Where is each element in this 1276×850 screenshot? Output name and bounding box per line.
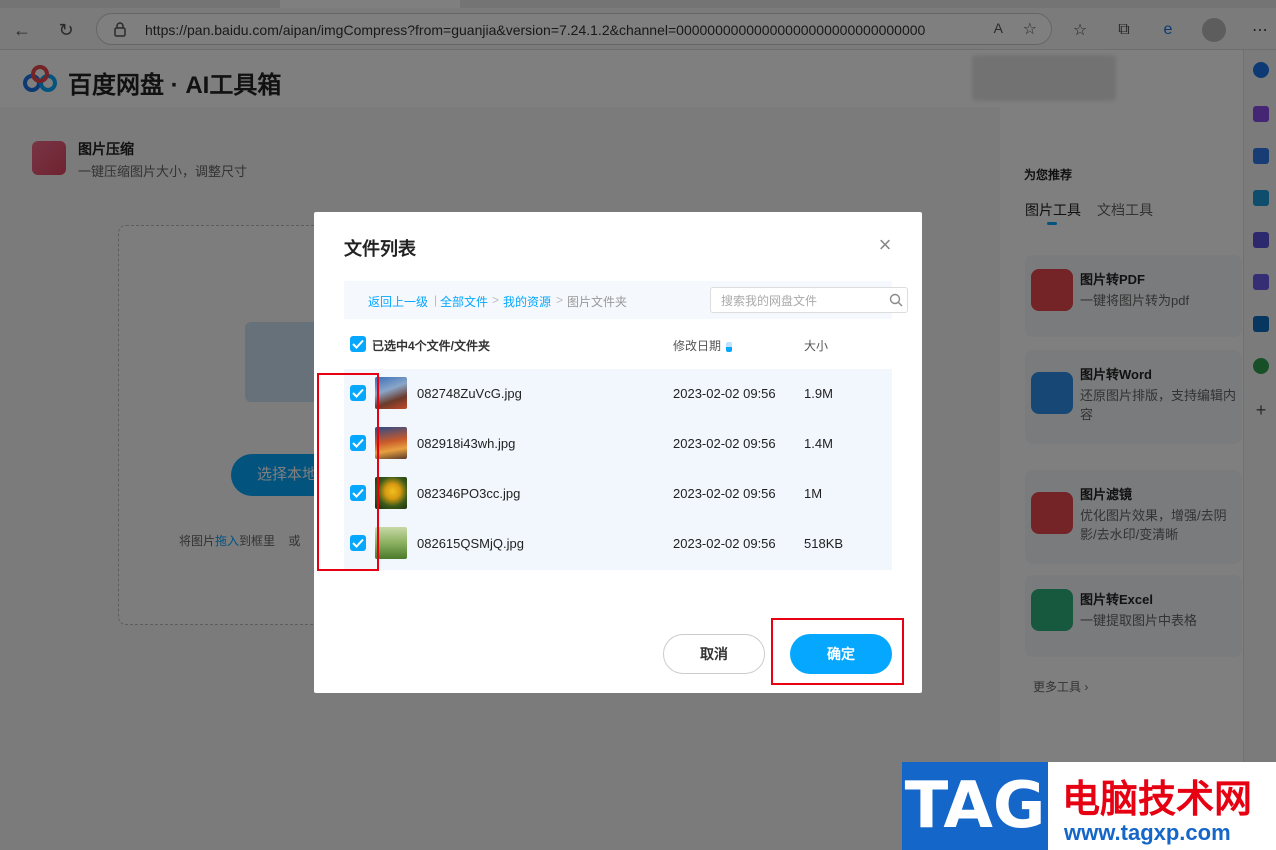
breadcrumb-back[interactable]: 返回上一级 [368,293,428,310]
file-thumbnail [375,527,407,559]
file-row[interactable]: 082918i43wh.jpg 2023-02-02 09:56 1.4M [344,419,892,469]
file-date: 2023-02-02 09:56 [673,386,776,401]
sort-icon[interactable] [726,341,733,352]
breadcrumb-separator: > [492,293,500,307]
cancel-button[interactable]: 取消 [663,634,765,674]
file-row[interactable]: 082346PO3cc.jpg 2023-02-02 09:56 1M [344,469,892,519]
close-icon[interactable]: × [874,234,896,256]
file-name: 082346PO3cc.jpg [417,486,521,501]
watermark-cn: 电脑技术网 [1062,779,1253,821]
file-date: 2023-02-02 09:56 [673,536,776,551]
file-name: 082748ZuVcG.jpg [417,386,522,401]
breadcrumb-current: 图片文件夹 [567,295,628,309]
file-size: 1.9M [804,386,833,401]
search-icon[interactable] [889,293,903,307]
file-row[interactable]: 082748ZuVcG.jpg 2023-02-02 09:56 1.9M [344,369,892,419]
file-thumbnail [375,377,407,409]
breadcrumb-all-files[interactable]: 全部文件 [440,293,488,310]
file-search-input[interactable] [721,292,881,310]
selection-summary: 已选中4个文件/文件夹 [372,339,491,353]
breadcrumb: 返回上一级 | 全部文件 > 我的资源 > 图片文件夹 [344,281,908,319]
modal-title: 文件列表 [344,239,416,259]
file-row[interactable]: 082615QSMjQ.jpg 2023-02-02 09:56 518KB [344,519,892,569]
breadcrumb-separator: > [556,293,564,307]
file-name: 082918i43wh.jpg [417,436,516,451]
file-list: 082748ZuVcG.jpg 2023-02-02 09:56 1.9M 08… [344,369,892,570]
file-date: 2023-02-02 09:56 [673,436,776,451]
watermark-url: www.tagxp.com [1064,820,1231,845]
watermark: TAG 电脑技术网 www.tagxp.com [902,762,1276,850]
size-column-header: 大小 [804,339,829,353]
confirm-highlight-box [771,618,904,685]
file-thumbnail [375,477,407,509]
file-size: 1.4M [804,436,833,451]
select-all-checkbox[interactable] [350,336,366,352]
watermark-tag: TAG [902,762,1048,850]
file-search[interactable] [710,287,908,313]
file-thumbnail [375,427,407,459]
checkbox-highlight-box [317,373,379,571]
file-size: 1M [804,486,823,501]
file-size: 518KB [804,536,844,551]
breadcrumb-my-resources[interactable]: 我的资源 [503,293,551,310]
date-column-header[interactable]: 修改日期 [673,337,733,354]
file-date: 2023-02-02 09:56 [673,486,776,501]
breadcrumb-divider: | [434,293,438,307]
file-name: 082615QSMjQ.jpg [417,536,524,551]
